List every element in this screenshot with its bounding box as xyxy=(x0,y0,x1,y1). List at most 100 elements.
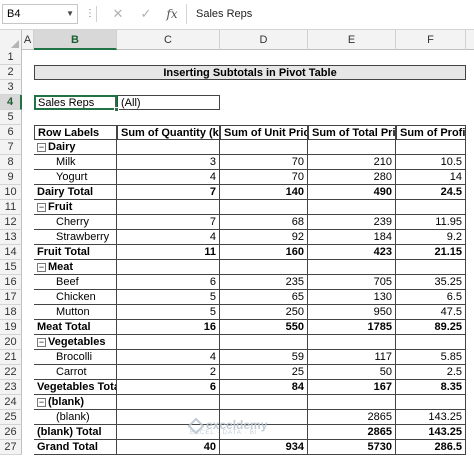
value-unit[interactable] xyxy=(220,410,308,425)
value-qty[interactable] xyxy=(117,425,220,440)
value-unit[interactable] xyxy=(220,425,308,440)
value-profit[interactable]: 5.85 xyxy=(396,350,466,365)
value-total[interactable]: 130 xyxy=(308,290,396,305)
value-total[interactable]: 184 xyxy=(308,230,396,245)
value-unit[interactable]: 934 xyxy=(220,440,308,455)
value-total[interactable]: 1785 xyxy=(308,320,396,335)
value-profit[interactable]: 35.25 xyxy=(396,275,466,290)
collapse-icon[interactable]: − xyxy=(37,337,46,347)
row-header[interactable]: 20 xyxy=(0,335,22,350)
value-qty[interactable] xyxy=(117,335,220,350)
header-sum-quantity[interactable]: Sum of Quantity (kg) xyxy=(117,125,220,140)
value-total[interactable]: 117 xyxy=(308,350,396,365)
row-header[interactable]: 9 xyxy=(0,170,22,185)
row-header[interactable]: 25 xyxy=(0,410,22,425)
item-label[interactable]: Brocolli xyxy=(34,350,117,365)
item-label[interactable]: Chicken xyxy=(34,290,117,305)
value-profit[interactable] xyxy=(396,335,466,350)
value-unit[interactable]: 25 xyxy=(220,365,308,380)
total-label[interactable]: Vegetables Total xyxy=(34,380,117,395)
row-header[interactable]: 12 xyxy=(0,215,22,230)
value-unit[interactable]: 235 xyxy=(220,275,308,290)
value-total[interactable] xyxy=(308,335,396,350)
row-header[interactable]: 15 xyxy=(0,260,22,275)
value-qty[interactable]: 11 xyxy=(117,245,220,260)
value-qty[interactable]: 4 xyxy=(117,230,220,245)
collapse-icon[interactable]: − xyxy=(37,142,46,152)
row-header[interactable]: 18 xyxy=(0,305,22,320)
value-unit[interactable]: 140 xyxy=(220,185,308,200)
row-header[interactable]: 2 xyxy=(0,65,22,80)
header-sum-unit-price[interactable]: Sum of Unit Price xyxy=(220,125,308,140)
header-row-labels[interactable]: Row Labels xyxy=(34,125,117,140)
row-header[interactable]: 3 xyxy=(0,80,22,95)
filter-value[interactable]: (All) xyxy=(117,95,220,110)
value-profit[interactable] xyxy=(396,140,466,155)
value-total[interactable]: 280 xyxy=(308,170,396,185)
value-profit[interactable]: 14 xyxy=(396,170,466,185)
collapse-icon[interactable]: − xyxy=(37,262,46,272)
value-total[interactable]: 490 xyxy=(308,185,396,200)
value-total[interactable]: 950 xyxy=(308,305,396,320)
column-header-a[interactable]: A xyxy=(22,30,34,50)
select-all-button[interactable] xyxy=(0,30,22,50)
value-total[interactable] xyxy=(308,200,396,215)
item-label[interactable]: Yogurt xyxy=(34,170,117,185)
column-header-f[interactable]: F xyxy=(396,30,466,50)
row-header[interactable]: 22 xyxy=(0,365,22,380)
row-header[interactable]: 24 xyxy=(0,395,22,410)
row-header[interactable]: 23 xyxy=(0,380,22,395)
cancel-icon[interactable]: ✕ xyxy=(110,4,126,24)
total-label[interactable]: Grand Total xyxy=(34,440,117,455)
column-header-b[interactable]: B xyxy=(34,30,117,50)
value-unit[interactable]: 59 xyxy=(220,350,308,365)
row-header[interactable]: 16 xyxy=(0,275,22,290)
value-unit[interactable]: 65 xyxy=(220,290,308,305)
item-label[interactable]: Strawberry xyxy=(34,230,117,245)
row-header[interactable]: 13 xyxy=(0,230,22,245)
value-profit[interactable] xyxy=(396,200,466,215)
item-label[interactable]: Beef xyxy=(34,275,117,290)
row-header[interactable]: 4 xyxy=(0,95,22,110)
value-unit[interactable] xyxy=(220,200,308,215)
value-unit[interactable]: 92 xyxy=(220,230,308,245)
row-header[interactable]: 17 xyxy=(0,290,22,305)
value-qty[interactable]: 4 xyxy=(117,170,220,185)
item-label[interactable]: (blank) xyxy=(34,410,117,425)
value-unit[interactable]: 70 xyxy=(220,170,308,185)
value-unit[interactable]: 84 xyxy=(220,380,308,395)
value-unit[interactable]: 68 xyxy=(220,215,308,230)
value-qty[interactable]: 5 xyxy=(117,290,220,305)
value-profit[interactable]: 24.5 xyxy=(396,185,466,200)
value-unit[interactable] xyxy=(220,335,308,350)
value-profit[interactable]: 21.15 xyxy=(396,245,466,260)
group-label[interactable]: − Dairy xyxy=(34,140,117,155)
value-total[interactable]: 50 xyxy=(308,365,396,380)
column-header-d[interactable]: D xyxy=(220,30,308,50)
value-total[interactable] xyxy=(308,140,396,155)
collapse-icon[interactable]: − xyxy=(37,397,46,407)
value-profit[interactable]: 10.5 xyxy=(396,155,466,170)
value-profit[interactable]: 89.25 xyxy=(396,320,466,335)
value-profit[interactable] xyxy=(396,260,466,275)
insert-function-icon[interactable]: fx xyxy=(164,4,180,24)
value-total[interactable]: 5730 xyxy=(308,440,396,455)
row-header[interactable]: 6 xyxy=(0,125,22,140)
filter-label-sales-reps[interactable]: Sales Reps xyxy=(34,95,117,110)
value-qty[interactable]: 3 xyxy=(117,155,220,170)
value-qty[interactable] xyxy=(117,140,220,155)
value-profit[interactable]: 47.5 xyxy=(396,305,466,320)
row-header[interactable]: 21 xyxy=(0,350,22,365)
row-header[interactable]: 1 xyxy=(0,50,22,65)
value-qty[interactable]: 40 xyxy=(117,440,220,455)
value-total[interactable]: 239 xyxy=(308,215,396,230)
total-label[interactable]: (blank) Total xyxy=(34,425,117,440)
value-qty[interactable]: 7 xyxy=(117,215,220,230)
more-options-icon[interactable]: ⋮ xyxy=(85,4,95,24)
value-profit[interactable]: 286.5 xyxy=(396,440,466,455)
value-total[interactable]: 2865 xyxy=(308,425,396,440)
column-header-c[interactable]: C xyxy=(117,30,220,50)
value-qty[interactable]: 5 xyxy=(117,305,220,320)
value-qty[interactable] xyxy=(117,395,220,410)
value-total[interactable]: 705 xyxy=(308,275,396,290)
